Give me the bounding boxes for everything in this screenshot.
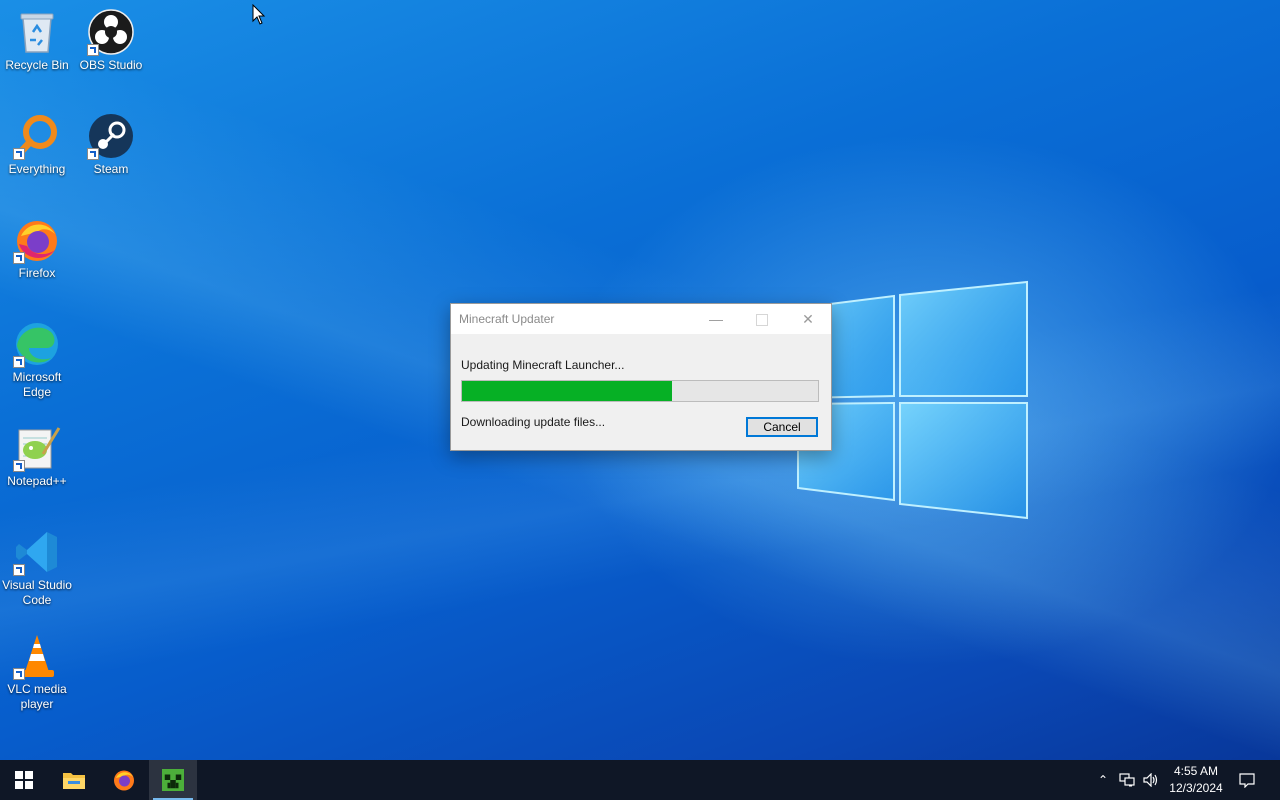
start-icon	[15, 771, 33, 789]
minimize-icon: —	[709, 311, 723, 327]
clock-date: 12/3/2024	[1169, 781, 1223, 795]
recycle-bin-icon	[20, 13, 54, 53]
shortcut-arrow-icon	[13, 668, 25, 680]
desktop-icon-microsoft-edge[interactable]: Microsoft Edge	[0, 316, 74, 400]
desktop-icon-visual-studio-code[interactable]: Visual Studio Code	[0, 524, 74, 608]
taskbar-file-explorer[interactable]	[50, 760, 98, 800]
desktop-icon-notepad-plus-plus[interactable]: Notepad++	[0, 420, 74, 489]
taskbar-clock[interactable]: 4:55 AM 12/3/2024	[1166, 763, 1226, 797]
update-progress-bar	[461, 380, 819, 402]
desktop-icon-steam[interactable]: Steam	[74, 108, 148, 177]
volume-button[interactable]	[1140, 760, 1162, 800]
start-button[interactable]	[0, 760, 48, 800]
shortcut-arrow-icon	[13, 460, 25, 472]
icon-label: Steam	[93, 162, 129, 176]
icon-label: OBS Studio	[79, 58, 143, 72]
icon-label: Firefox	[18, 266, 56, 280]
close-icon: ✕	[802, 311, 814, 327]
dialog-title: Minecraft Updater	[459, 312, 555, 326]
progress-fill	[462, 381, 673, 401]
mouse-cursor-icon	[252, 4, 266, 25]
clock-time: 4:55 AM	[1173, 764, 1219, 778]
download-detail-text: Downloading update files...	[461, 415, 606, 429]
shortcut-arrow-icon	[13, 148, 25, 160]
action-center-button[interactable]	[1236, 760, 1258, 800]
notification-icon	[1239, 773, 1255, 788]
icon-label: Microsoft Edge	[12, 370, 62, 399]
show-hidden-icons-button[interactable]: ⌃	[1094, 760, 1112, 800]
close-button[interactable]: ✕	[785, 304, 831, 334]
dialog-title-bar[interactable]: Minecraft Updater — ✕	[451, 304, 831, 334]
network-button[interactable]	[1116, 760, 1138, 800]
minecraft-updater-dialog: Minecraft Updater — ✕ Updating Minecraft…	[450, 303, 832, 451]
desktop-icon-vlc[interactable]: VLC media player	[0, 628, 74, 712]
shortcut-arrow-icon	[13, 252, 25, 264]
network-icon	[1119, 773, 1135, 787]
maximize-button	[739, 304, 785, 334]
taskbar: ⌃ 4:55 AM 12/3/2024	[0, 760, 1280, 800]
maximize-icon	[756, 314, 768, 327]
desktop: Recycle Bin OBS Studio Everything Steam …	[0, 0, 1280, 760]
firefox-icon	[114, 770, 134, 791]
shortcut-arrow-icon	[87, 44, 99, 56]
minimize-button[interactable]: —	[693, 304, 739, 334]
taskbar-minecraft[interactable]	[149, 760, 197, 800]
minecraft-icon	[162, 769, 184, 791]
icon-label: Notepad++	[7, 474, 67, 488]
shortcut-arrow-icon	[13, 564, 25, 576]
shortcut-arrow-icon	[87, 148, 99, 160]
desktop-icon-firefox[interactable]: Firefox	[0, 212, 74, 281]
shortcut-arrow-icon	[13, 356, 25, 368]
desktop-icon-obs-studio[interactable]: OBS Studio	[74, 4, 148, 73]
icon-label: VLC media player	[7, 682, 67, 711]
icon-label: Everything	[8, 162, 66, 176]
taskbar-firefox[interactable]	[100, 760, 148, 800]
icon-label: Visual Studio Code	[2, 578, 72, 607]
desktop-icon-everything[interactable]: Everything	[0, 108, 74, 177]
chevron-up-icon: ⌃	[1097, 773, 1109, 787]
desktop-icon-recycle-bin[interactable]: Recycle Bin	[0, 4, 74, 73]
icon-label: Recycle Bin	[5, 58, 69, 72]
cancel-button[interactable]: Cancel	[746, 417, 818, 437]
file-explorer-icon	[63, 773, 85, 789]
update-status-text: Updating Minecraft Launcher...	[461, 358, 625, 372]
volume-icon	[1143, 773, 1158, 787]
